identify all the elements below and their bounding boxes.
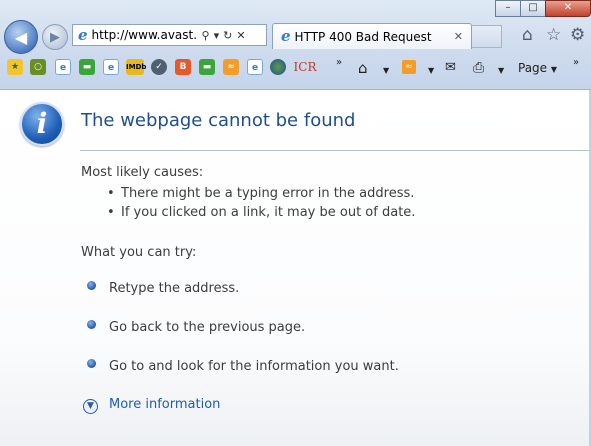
address-dropdown-icon[interactable]: ▾ (214, 29, 220, 42)
try-item-retype: Retype the address. (109, 281, 240, 296)
page-content: i The webpage cannot be found Most likel… (0, 90, 591, 446)
blogger-icon[interactable]: B (175, 59, 191, 75)
cause-item: There might be a typing error in the add… (121, 186, 415, 201)
chevron-down-icon: ▼ (550, 65, 558, 74)
overflow-chevron-icon[interactable]: » (336, 55, 342, 71)
search-icon[interactable]: ⚲ (202, 29, 210, 42)
cause-item: If you clicked on a link, it may be out … (121, 205, 416, 220)
rss-feed-icon[interactable]: ≈ (223, 59, 239, 75)
rss-feed-icon[interactable]: ≈ (402, 60, 416, 74)
print-dropdown-icon[interactable]: ▼ (498, 63, 504, 79)
tab-close-icon[interactable]: ✕ (454, 30, 463, 43)
ie-logo-icon: e (281, 27, 291, 45)
favorites-bar: ★ ○ e ▬ e IMDb ✓ B ▬ ≈ e ICR » ⌂ ▼ ≈ ▼ ✉… (0, 55, 591, 81)
page-menu[interactable]: Page ▼ (518, 60, 557, 78)
ie-logo-icon: e (78, 25, 88, 44)
refresh-icon[interactable]: ↻ (223, 29, 232, 42)
add-favorite-icon[interactable]: ★ (7, 59, 23, 75)
forward-arrow-icon: ▶ (50, 29, 60, 45)
home-icon[interactable]: ⌂ (358, 60, 368, 76)
favorite-site-icon[interactable]: ○ (30, 59, 46, 75)
page-title: The webpage cannot be found (81, 110, 356, 131)
overflow-chevron-icon[interactable]: » (573, 55, 579, 71)
try-item-go-back: Go back to the previous page. (109, 320, 306, 335)
browser-chrome: – □ ✕ ◀ ▶ e http://www.avast... ⚲ ▾ ↻ ✕ … (0, 0, 591, 90)
maximize-button[interactable]: □ (520, 0, 546, 17)
favorite-green-icon[interactable]: ▬ (79, 59, 95, 75)
try-item-go-to: Go to and look for the information you w… (109, 359, 399, 374)
address-bar[interactable]: e http://www.avast... ⚲ ▾ ↻ ✕ (72, 24, 267, 46)
try-heading: What you can try: (81, 245, 197, 260)
forward-button[interactable]: ▶ (42, 24, 68, 50)
bullet-dot: • (107, 205, 115, 220)
imdb-icon[interactable]: IMDb (126, 59, 146, 75)
causes-heading: Most likely causes: (81, 165, 204, 180)
window-controls: – □ ✕ (495, 0, 591, 17)
address-text[interactable]: http://www.avast... (92, 28, 198, 42)
feeds-dropdown-icon[interactable]: ▼ (428, 63, 434, 79)
back-arrow-icon: ◀ (14, 27, 28, 47)
blue-bullet-icon (87, 281, 96, 290)
back-button[interactable]: ◀ (4, 20, 38, 54)
tools-gear-icon[interactable]: ⚙ (570, 26, 585, 44)
icr-link[interactable]: ICR (293, 59, 317, 75)
blue-bullet-icon (87, 359, 96, 368)
tab-title: HTTP 400 Bad Request (294, 29, 432, 44)
new-tab-button[interactable] (472, 25, 502, 48)
stop-icon[interactable]: ✕ (236, 29, 245, 42)
globe-icon[interactable] (270, 59, 286, 75)
blue-bullet-icon (87, 320, 96, 329)
home-icon[interactable]: ⌂ (522, 26, 533, 44)
title-divider (80, 150, 591, 151)
favorite-page-icon[interactable]: e (247, 59, 263, 75)
favorite-page-icon[interactable]: e (103, 59, 119, 75)
close-window-button[interactable]: ✕ (545, 0, 591, 17)
more-information-link[interactable]: More information (109, 397, 220, 412)
home-dropdown-icon[interactable]: ▼ (383, 63, 389, 79)
favorite-ie-page-icon[interactable]: e (55, 59, 71, 75)
bullet-dot: • (107, 186, 115, 201)
favorite-round-icon[interactable]: ✓ (151, 59, 167, 75)
page-menu-label: Page (518, 61, 548, 75)
favorites-star-icon[interactable]: ☆ (546, 26, 561, 44)
information-icon: i (20, 102, 64, 146)
print-icon[interactable]: ⎙ (473, 60, 484, 76)
tab-active[interactable]: e HTTP 400 Bad Request ✕ (272, 23, 472, 49)
expand-down-icon[interactable]: ▼ (83, 399, 98, 414)
favorite-green-icon[interactable]: ▬ (199, 59, 215, 75)
minimize-button[interactable]: – (495, 0, 521, 17)
mail-icon[interactable]: ✉ (445, 60, 456, 76)
